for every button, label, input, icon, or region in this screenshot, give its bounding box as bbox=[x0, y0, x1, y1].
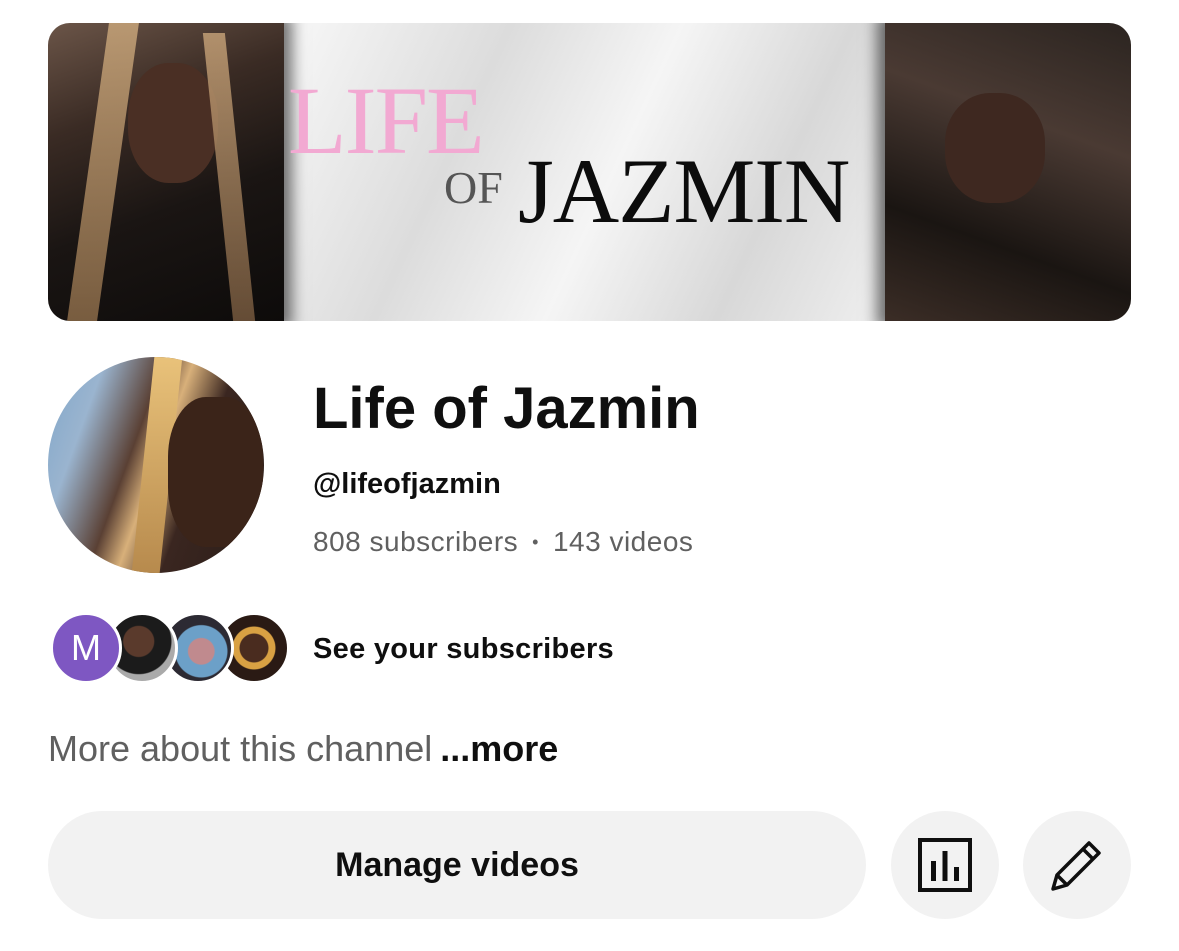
channel-handle: @lifeofjazmin bbox=[313, 468, 501, 500]
banner-title-life: LIFE bbox=[288, 67, 485, 174]
pencil-icon bbox=[1051, 841, 1101, 891]
edit-channel-button[interactable] bbox=[1023, 811, 1131, 919]
see-subscribers-link[interactable]: See your subscribers bbox=[313, 633, 614, 666]
banner-title-of: OF bbox=[444, 162, 503, 213]
stats-separator: • bbox=[532, 532, 539, 552]
banner-title-jazmin: JAZMIN bbox=[518, 140, 850, 242]
manage-videos-button[interactable]: Manage videos bbox=[48, 811, 866, 919]
channel-description[interactable]: More about this channel ...more bbox=[48, 728, 558, 770]
subscriber-count: 808 subscribers bbox=[313, 526, 519, 557]
video-count: 143 videos bbox=[552, 526, 694, 557]
more-link[interactable]: ...more bbox=[440, 728, 558, 769]
channel-avatar[interactable] bbox=[48, 357, 264, 573]
description-text: More about this channel bbox=[48, 728, 433, 769]
channel-banner: LIFE OF JAZMIN bbox=[48, 23, 1131, 321]
subscriber-avatars[interactable]: M bbox=[50, 612, 290, 686]
channel-stats: 808 subscribers • 143 videos bbox=[313, 526, 693, 558]
bar-chart-icon bbox=[918, 838, 972, 892]
analytics-button[interactable] bbox=[891, 811, 999, 919]
banner-photo-right bbox=[885, 23, 1131, 321]
channel-name: Life of Jazmin bbox=[313, 376, 700, 441]
banner-photo-left bbox=[48, 23, 284, 321]
subscriber-avatar-initial: M bbox=[50, 612, 122, 684]
